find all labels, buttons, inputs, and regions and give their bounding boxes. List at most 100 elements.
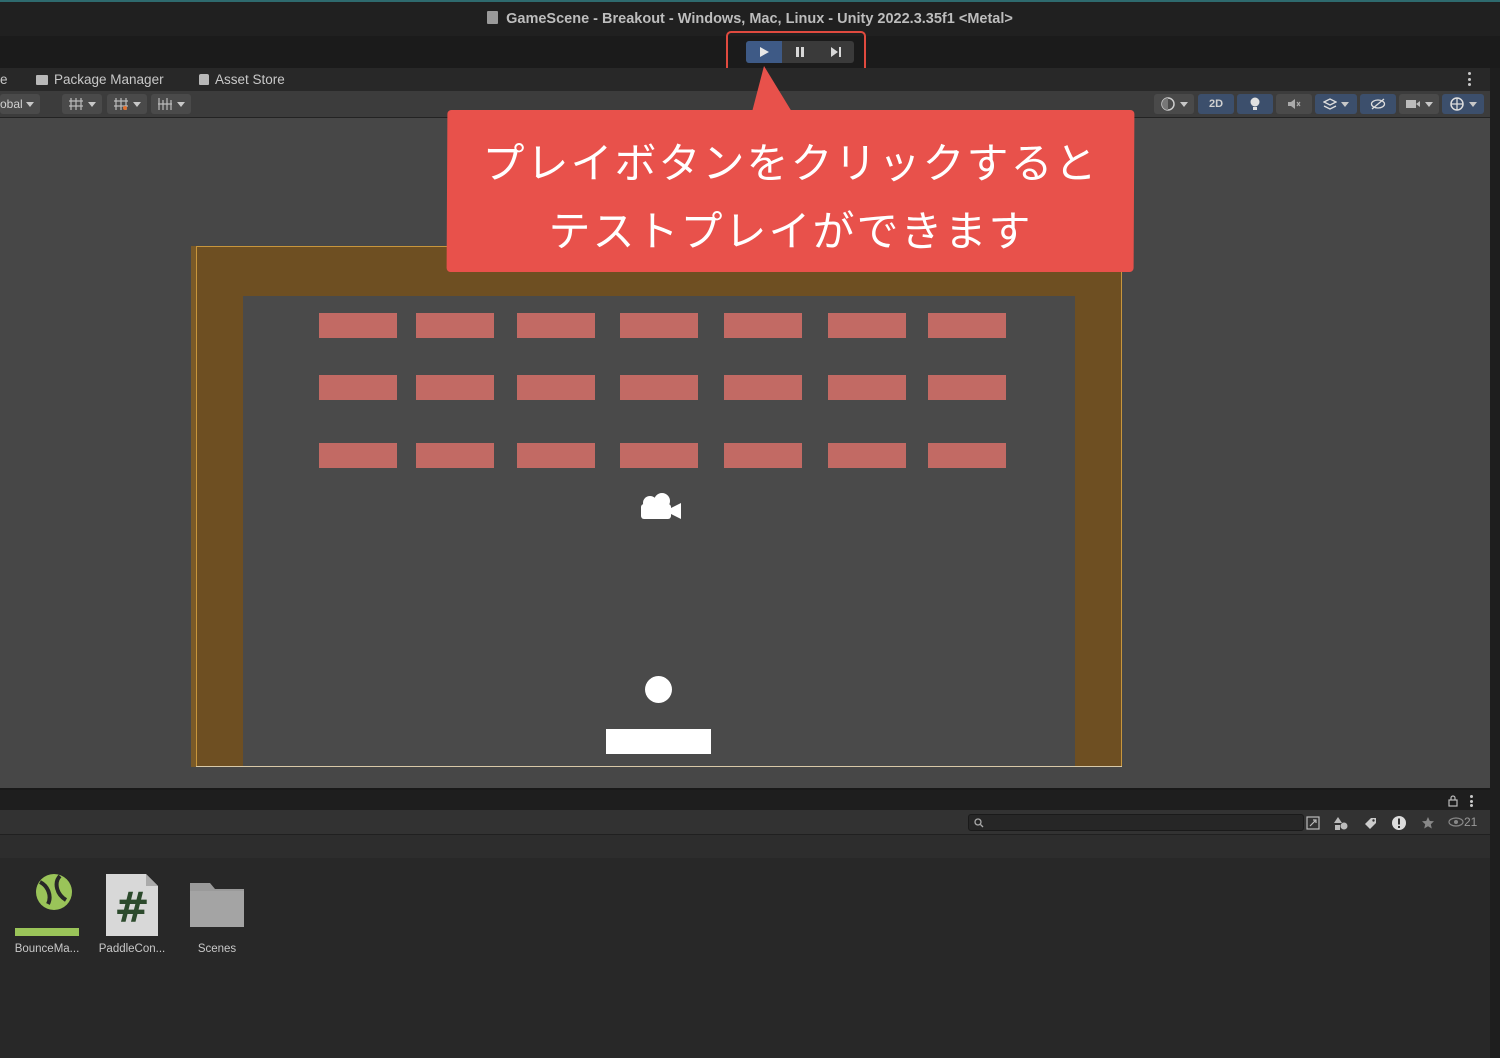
effects-layers-icon bbox=[1323, 98, 1338, 110]
brick[interactable] bbox=[828, 443, 906, 468]
brick[interactable] bbox=[319, 443, 397, 468]
brick[interactable] bbox=[416, 443, 494, 468]
chevron-down-icon bbox=[87, 101, 96, 107]
hidden-packages-count: 21 bbox=[1464, 815, 1478, 829]
label-filter-button[interactable] bbox=[1362, 815, 1378, 831]
speaker-icon bbox=[1288, 99, 1301, 109]
chevron-down-icon bbox=[176, 101, 185, 107]
chevron-down-icon bbox=[1424, 101, 1433, 107]
shapes-filter-icon bbox=[1334, 817, 1348, 830]
brick[interactable] bbox=[416, 313, 494, 338]
lock-icon[interactable] bbox=[1448, 795, 1458, 807]
chevron-down-icon bbox=[132, 101, 141, 107]
asset-label-paddlecon: PaddleCon... bbox=[98, 943, 166, 955]
window-title: GameScene - Breakout - Windows, Mac, Lin… bbox=[0, 11, 1500, 27]
project-breadcrumb-bar bbox=[0, 834, 1490, 858]
brick[interactable] bbox=[928, 443, 1006, 468]
hidden-packages-toggle[interactable]: 21 bbox=[1448, 815, 1477, 829]
star-icon bbox=[1422, 817, 1434, 829]
video-camera-icon bbox=[1406, 100, 1421, 108]
brick[interactable] bbox=[928, 375, 1006, 400]
brick[interactable] bbox=[724, 443, 802, 468]
effects-dropdown[interactable] bbox=[1315, 94, 1357, 114]
tab-bar: e Package Manager Asset Store bbox=[0, 68, 1490, 91]
scene-file-icon bbox=[487, 11, 499, 24]
camera-settings-dropdown[interactable] bbox=[1399, 94, 1439, 114]
tab-asset-store[interactable]: Asset Store bbox=[199, 72, 285, 87]
brick[interactable] bbox=[517, 313, 595, 338]
brick[interactable] bbox=[517, 443, 595, 468]
physics-material-icon bbox=[15, 874, 79, 936]
brick[interactable] bbox=[828, 313, 906, 338]
callout-line-1: プレイボタンをクリックすると bbox=[482, 139, 1099, 188]
csharp-script-icon: # bbox=[106, 874, 158, 936]
brick[interactable] bbox=[620, 443, 698, 468]
brick[interactable] bbox=[828, 375, 906, 400]
tab-scene-label: e bbox=[0, 72, 8, 87]
asset-bounce-material[interactable] bbox=[14, 870, 80, 940]
brick[interactable] bbox=[416, 375, 494, 400]
asset-label-scenes: Scenes bbox=[197, 943, 237, 955]
brick[interactable] bbox=[724, 313, 802, 338]
grid-icon bbox=[114, 98, 129, 110]
tab-package-manager-label: Package Manager bbox=[54, 72, 164, 87]
shading-mode-button[interactable] bbox=[1154, 94, 1194, 114]
search-by-type-button[interactable] bbox=[1305, 815, 1321, 831]
pivot-global-label: obal bbox=[0, 97, 23, 111]
grid-visibility-button[interactable] bbox=[107, 94, 147, 114]
search-by-label-button[interactable] bbox=[1333, 815, 1349, 831]
camera-gizmo-icon[interactable] bbox=[637, 492, 683, 524]
favorites-button[interactable] bbox=[1420, 815, 1436, 831]
brick[interactable] bbox=[620, 375, 698, 400]
asset-label-bouncemat: BounceMa... bbox=[14, 943, 80, 955]
mode-2d-toggle[interactable]: 2D bbox=[1198, 94, 1234, 114]
grid-snap-button[interactable] bbox=[62, 94, 102, 114]
brick[interactable] bbox=[620, 313, 698, 338]
chevron-down-icon bbox=[25, 101, 34, 107]
exclamation-icon bbox=[1392, 816, 1406, 830]
brick[interactable] bbox=[724, 375, 802, 400]
tag-icon bbox=[1365, 818, 1376, 829]
log-filter-button[interactable] bbox=[1391, 815, 1407, 831]
paddle[interactable] bbox=[606, 729, 711, 754]
chevron-down-icon bbox=[1340, 101, 1349, 107]
search-icon bbox=[974, 818, 984, 828]
chevron-down-icon bbox=[1468, 101, 1477, 107]
shading-sphere-icon bbox=[1161, 97, 1176, 111]
project-panel-header bbox=[0, 788, 1490, 810]
audio-toggle[interactable] bbox=[1276, 94, 1312, 114]
asset-scenes-folder[interactable] bbox=[189, 880, 245, 930]
hidden-eye-icon bbox=[1370, 98, 1386, 110]
light-bulb-icon bbox=[1250, 97, 1260, 110]
asset-paddle-controller[interactable]: # bbox=[104, 872, 160, 938]
increment-snap-button[interactable] bbox=[151, 94, 191, 114]
brick[interactable] bbox=[319, 375, 397, 400]
tab-scene[interactable]: e bbox=[0, 72, 8, 87]
camera-bounds-line bbox=[196, 766, 1122, 767]
gizmos-dropdown[interactable] bbox=[1442, 94, 1484, 114]
pivot-global-dropdown[interactable]: obal bbox=[0, 94, 40, 114]
callout-line-2: テストプレイができます bbox=[548, 207, 1033, 256]
mode-2d-label: 2D bbox=[1208, 98, 1224, 110]
ball[interactable] bbox=[645, 676, 672, 703]
project-search-input[interactable] bbox=[968, 814, 1304, 831]
package-icon bbox=[36, 74, 48, 85]
eye-icon bbox=[1448, 817, 1464, 827]
tab-package-manager[interactable]: Package Manager bbox=[36, 72, 164, 87]
chevron-down-icon bbox=[1179, 101, 1188, 107]
panel-divider bbox=[1490, 68, 1500, 1058]
tab-asset-store-label: Asset Store bbox=[215, 72, 285, 87]
filter-type-icon bbox=[1306, 816, 1320, 830]
lighting-toggle[interactable] bbox=[1237, 94, 1273, 114]
brick[interactable] bbox=[928, 313, 1006, 338]
brick[interactable] bbox=[319, 313, 397, 338]
grid-snap-icon bbox=[69, 98, 84, 110]
brick[interactable] bbox=[517, 375, 595, 400]
snap-increment-icon bbox=[158, 98, 173, 110]
panel-menu-icon[interactable] bbox=[1470, 795, 1474, 807]
callout-pointer bbox=[752, 66, 792, 112]
gizmo-globe-icon bbox=[1450, 97, 1465, 111]
window-title-text: GameScene - Breakout - Windows, Mac, Lin… bbox=[506, 11, 1013, 27]
scene-visibility-toggle[interactable] bbox=[1360, 94, 1396, 114]
more-menu-icon[interactable] bbox=[1468, 72, 1472, 86]
